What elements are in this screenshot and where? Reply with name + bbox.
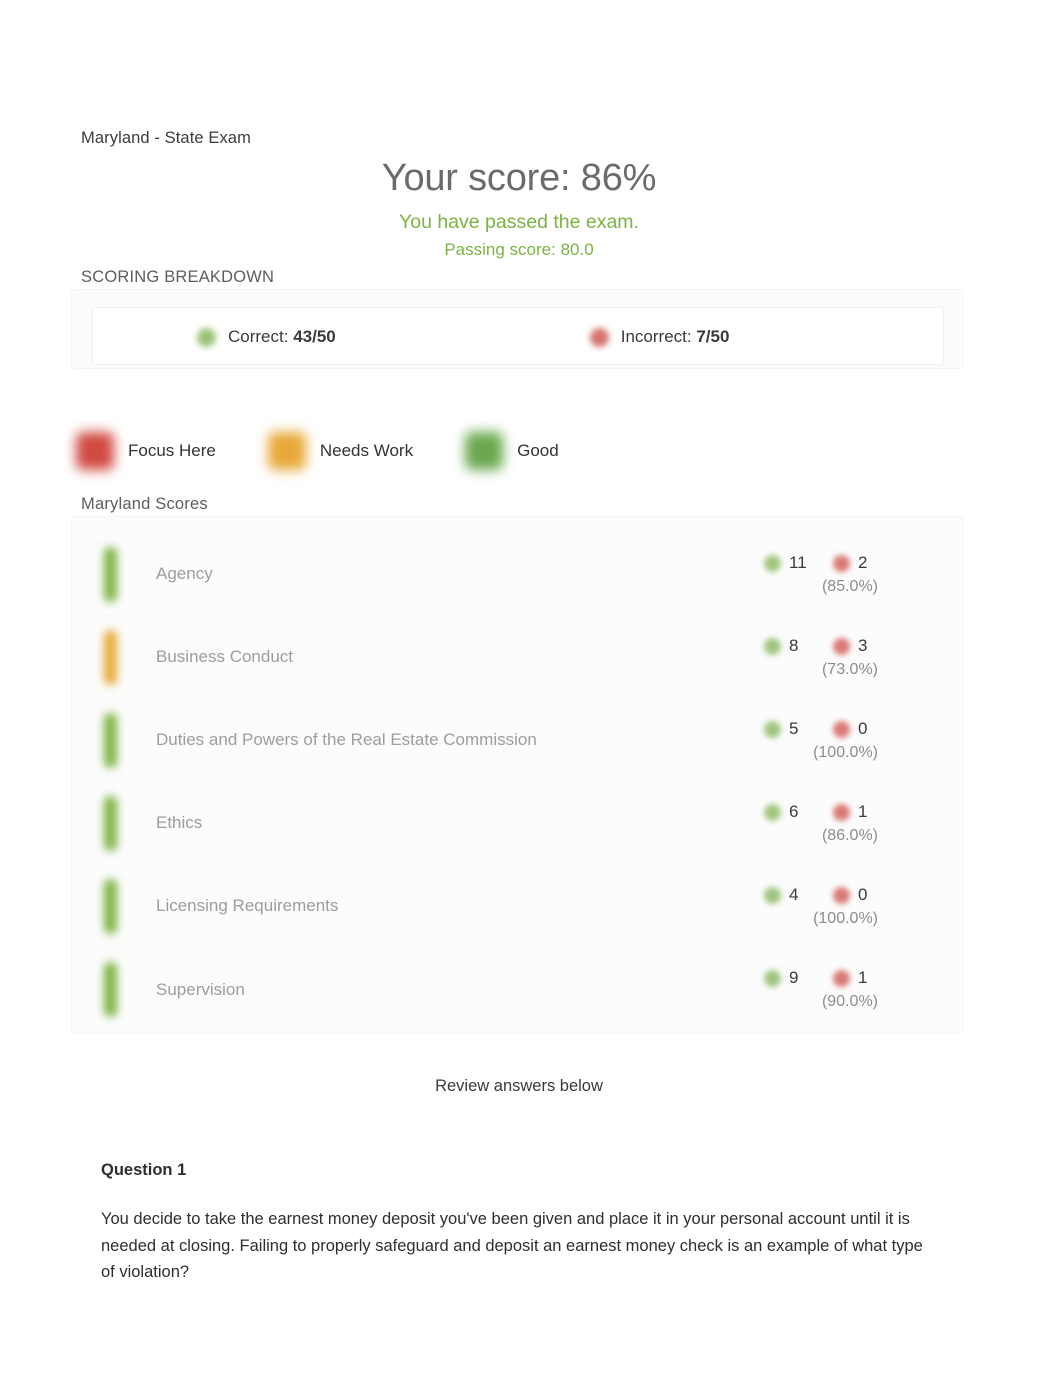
row-metrics: 9 1 (90.0%) [692, 966, 882, 1011]
check-circle-icon [764, 720, 781, 738]
x-circle-icon [589, 327, 609, 347]
row-counts: 50 [692, 717, 882, 741]
row-incorrect-count: 0 [858, 719, 868, 738]
x-circle-icon [833, 637, 850, 655]
correct-label: Correct: [228, 327, 294, 346]
row-metrics: 5 0 (100.0%) [692, 717, 882, 762]
incorrect-value: 7/50 [696, 327, 730, 346]
status-bar-icon [104, 962, 117, 1017]
exam-results-page: Maryland - State Exam Your score: 86% Yo… [0, 0, 1062, 1377]
x-circle-icon [833, 886, 850, 904]
question-block: Question 1 You decide to take the earnes… [101, 1161, 931, 1286]
row-topic-label: Agency [156, 564, 213, 583]
row-metrics: 6 1 (86.0%) [692, 800, 882, 845]
check-circle-icon [764, 637, 781, 655]
row-metrics: 11 2 (85.0%) [692, 551, 882, 596]
x-circle-icon [833, 969, 850, 987]
exam-title: Maryland - State Exam [81, 129, 251, 147]
legend-label: Needs Work [319, 441, 414, 460]
row-percent: (73.0%) [821, 661, 878, 678]
table-row[interactable]: Licensing Requirements 4 0 (100.0%) [92, 865, 944, 948]
scoring-breakdown-label: SCORING BREAKDOWN [81, 268, 275, 286]
check-circle-icon [764, 803, 781, 821]
row-incorrect-count: 1 [858, 802, 868, 821]
row-incorrect-count: 1 [858, 968, 868, 987]
row-topic-label: Licensing Requirements [156, 896, 339, 915]
question-text: You decide to take the earnest money dep… [101, 1210, 923, 1281]
row-counts: 11 2 [692, 551, 882, 575]
row-correct-count: 5 [789, 719, 799, 738]
legend-item-focus-here: Focus Here [76, 432, 216, 470]
row-correct-count: 8 [789, 636, 799, 655]
incorrect-stat: Incorrect: 7/50 [589, 327, 730, 347]
row-incorrect-count: 3 [858, 636, 868, 655]
check-circle-icon [764, 969, 781, 987]
row-incorrect-count: 0 [858, 885, 868, 904]
row-correct-count: 9 [789, 968, 799, 987]
status-legend: Focus Here Needs Work Good [76, 432, 611, 470]
score-summary: Your score: 86% You have passed the exam… [81, 155, 957, 261]
legend-label: Focus Here [128, 441, 216, 460]
row-topic-label: Supervision [156, 979, 245, 999]
legend-item-good: Good [465, 432, 559, 470]
review-note: Review answers below [435, 1077, 603, 1095]
status-bar-icon [104, 879, 117, 934]
status-bar-icon [104, 547, 117, 602]
check-circle-icon [764, 554, 781, 572]
row-correct-count: 11 [789, 553, 807, 572]
row-metrics: 8 3 (73.0%) [692, 634, 882, 679]
row-correct-count: 4 [789, 885, 799, 904]
correct-value: 43/50 [293, 327, 336, 346]
scoring-breakdown-card: Correct: 43/50 Incorrect: 7/50 [71, 289, 963, 369]
good-swatch-icon [465, 432, 504, 470]
row-percent: (100.0%) [813, 910, 878, 927]
row-counts: 83 [692, 634, 882, 658]
row-counts: 91 [692, 966, 882, 990]
row-percent: (86.0%) [821, 827, 878, 844]
incorrect-label: Incorrect: [620, 327, 697, 346]
status-bar-icon [104, 713, 117, 768]
check-circle-icon [197, 327, 216, 347]
table-row[interactable]: Business Conduct 8 3 (73.0%) [92, 616, 944, 699]
score-headline: Your score: 86% [381, 157, 657, 199]
row-topic-label: Business Conduct [156, 647, 294, 666]
correct-stat: Correct: 43/50 [197, 327, 336, 347]
question-number: Question 1 [101, 1161, 187, 1179]
table-row[interactable]: Agency 11 2 (85.0%) [92, 533, 944, 616]
status-bar-icon [104, 630, 117, 685]
x-circle-icon [833, 720, 850, 738]
legend-label: Good [517, 441, 559, 460]
table-row[interactable]: Ethics 6 1 (86.0%) [92, 782, 944, 865]
scoring-breakdown-stats: Correct: 43/50 Incorrect: 7/50 [93, 308, 945, 366]
incorrect-stat-text: Incorrect: 7/50 [621, 327, 730, 347]
row-percent: (90.0%) [821, 993, 878, 1010]
row-incorrect-count: 2 [858, 553, 868, 572]
table-row[interactable]: Supervision 9 1 (90.0%) [92, 948, 944, 1031]
row-metrics: 4 0 (100.0%) [692, 883, 882, 928]
x-circle-icon [833, 803, 850, 821]
passing-score: Passing score: 80.0 [444, 240, 594, 259]
row-topic-label: Ethics [156, 813, 203, 832]
legend-item-needs-work: Needs Work [267, 432, 414, 470]
pass-message: You have passed the exam. [399, 211, 639, 233]
row-counts: 40 [692, 883, 882, 907]
needs-work-swatch-icon [267, 432, 306, 470]
scoring-breakdown-panel: Correct: 43/50 Incorrect: 7/50 [92, 307, 944, 365]
check-circle-icon [764, 886, 781, 904]
scores-card: Agency 11 2 (85.0%) Business Conduct 8 3 (73.0%… [71, 516, 963, 1034]
correct-stat-text: Correct: 43/50 [228, 327, 336, 347]
row-topic-label: Duties and Powers of the Real Estate Com… [156, 730, 537, 749]
scores-list: Agency 11 2 (85.0%) Business Conduct 8 3 (73.0%… [92, 533, 944, 1031]
status-bar-icon [104, 796, 117, 851]
focus-here-swatch-icon [76, 432, 114, 470]
scores-section-label: Maryland Scores [81, 495, 208, 513]
row-percent: (85.0%) [821, 578, 878, 595]
row-counts: 61 [692, 800, 882, 824]
x-circle-icon [833, 554, 850, 572]
row-percent: (100.0%) [813, 744, 878, 761]
row-correct-count: 6 [789, 802, 799, 821]
table-row[interactable]: Duties and Powers of the Real Estate Com… [92, 699, 944, 782]
